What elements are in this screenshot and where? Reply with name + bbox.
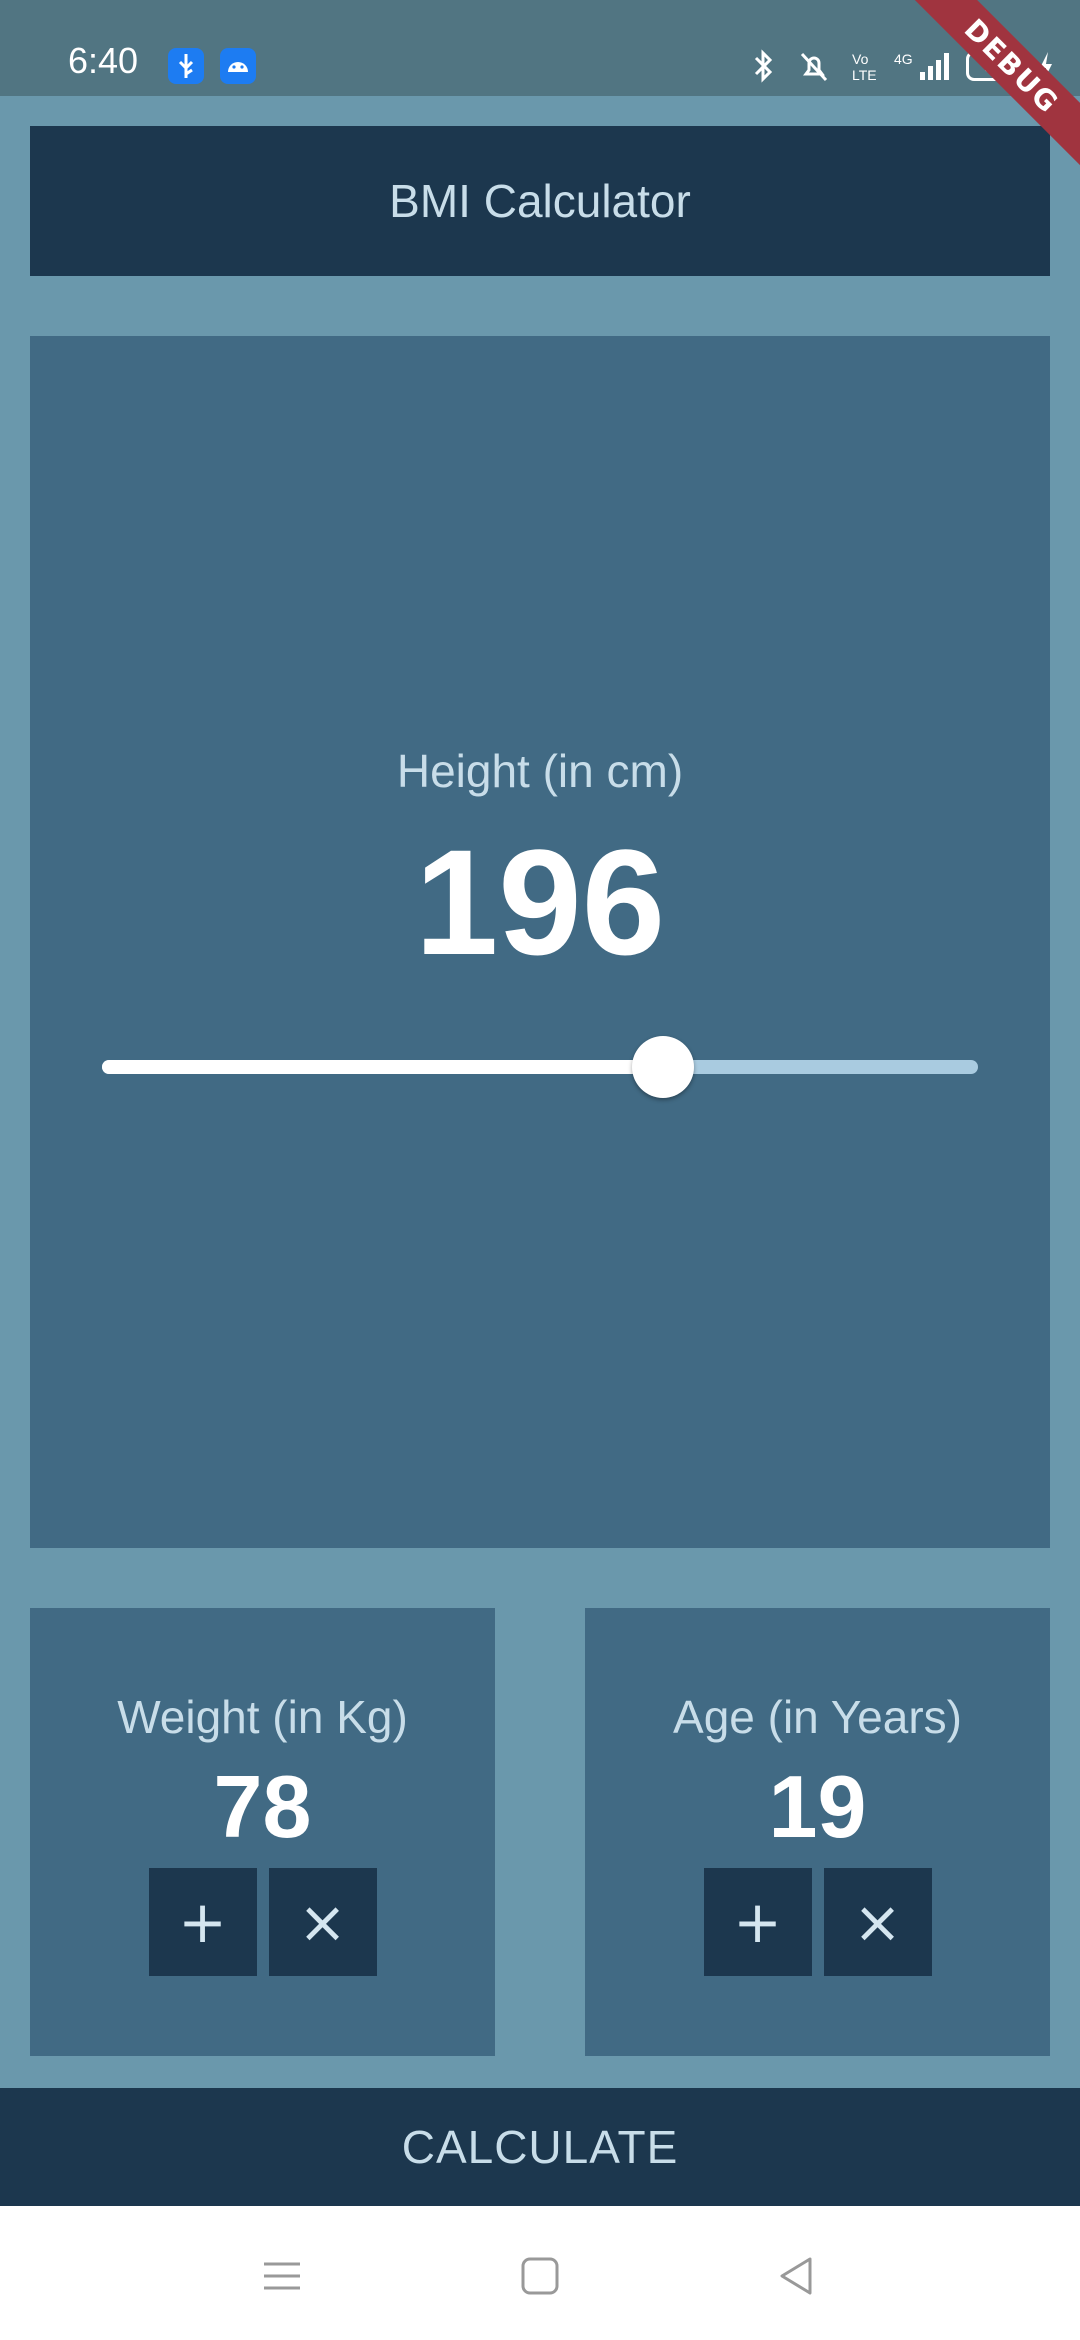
weight-increment-button[interactable]: + [148, 1868, 257, 1976]
age-label: Age (in Years) [673, 1691, 962, 1743]
home-icon[interactable] [520, 2256, 560, 2296]
svg-text:Vo: Vo [852, 51, 869, 67]
close-icon: × [298, 1888, 347, 1956]
age-increment-button[interactable]: + [703, 1868, 812, 1976]
svg-text:LTE: LTE [852, 67, 877, 83]
weight-buttons: + × [30, 1868, 495, 1976]
weight-value: 78 [213, 1757, 312, 1856]
age-value: 19 [768, 1757, 867, 1856]
menu-icon[interactable] [262, 2256, 302, 2296]
weight-card: Weight (in Kg) 78 + × [30, 1608, 495, 2056]
height-slider-fill [102, 1060, 663, 1074]
height-card: Height (in cm) 196 [30, 336, 1050, 1548]
app-title: BMI Calculator [389, 175, 691, 227]
age-card: Age (in Years) 19 + × [585, 1608, 1050, 2056]
weight-decrement-button[interactable]: × [268, 1868, 377, 1976]
4g-signal-icon: 4G [894, 51, 949, 80]
height-label: Height (in cm) [396, 745, 684, 797]
height-value: 196 [414, 818, 666, 986]
usb-icon [168, 48, 204, 84]
plus-icon: + [178, 1888, 227, 1956]
navigation-bar [0, 2206, 1080, 2340]
bluetooth-icon [754, 49, 773, 83]
age-buttons: + × [585, 1868, 1050, 1976]
app-root: 6:40 VoLTE 4G 52 DEBUG BMI Calculator He… [0, 0, 1080, 2340]
status-time: 6:40 [68, 40, 139, 81]
weight-label: Weight (in Kg) [117, 1691, 408, 1743]
mute-icon [800, 52, 828, 82]
calculate-button[interactable]: CALCULATE [0, 2088, 1080, 2206]
plus-icon: + [733, 1888, 782, 1956]
back-icon[interactable] [776, 2256, 816, 2296]
android-icon [220, 48, 256, 84]
volte-icon: VoLTE [852, 51, 877, 83]
age-decrement-button[interactable]: × [823, 1868, 932, 1976]
height-slider[interactable] [102, 1036, 978, 1098]
close-icon: × [853, 1888, 902, 1956]
height-slider-thumb[interactable] [631, 1036, 694, 1098]
status-bar: 6:40 VoLTE 4G 52 [0, 0, 1080, 96]
calculate-label: CALCULATE [401, 2121, 679, 2173]
svg-text:4G: 4G [894, 51, 913, 67]
app-bar: BMI Calculator [30, 126, 1050, 276]
